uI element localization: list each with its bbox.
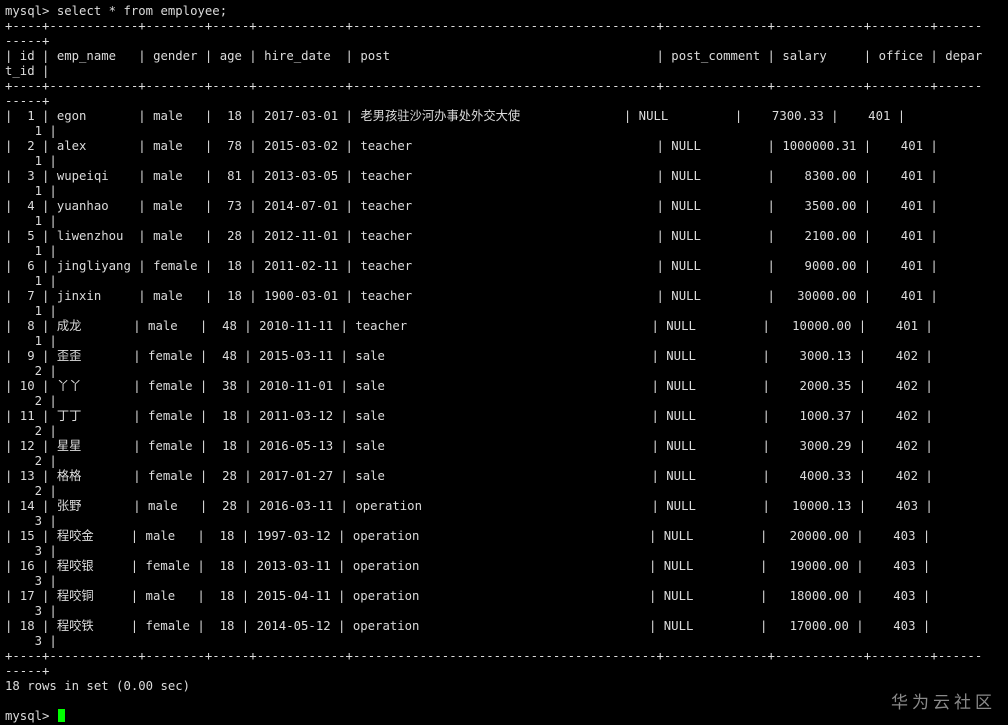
table-row: | 14 | 张野 | male | 28 | 2016-03-11 | ope… (5, 499, 933, 513)
table-row-wrap: 3 | (5, 604, 57, 618)
table-row: | 8 | 成龙 | male | 48 | 2010-11-11 | teac… (5, 319, 933, 333)
mysql-prompt: mysql> (5, 4, 57, 18)
table-row: | 2 | alex | male | 78 | 2015-03-02 | te… (5, 139, 938, 153)
table-row-wrap: 1 | (5, 304, 57, 318)
table-row: | 13 | 格格 | female | 28 | 2017-01-27 | s… (5, 469, 933, 483)
table-border: +----+------------+--------+-----+------… (5, 19, 983, 33)
table-row: | 4 | yuanhao | male | 73 | 2014-07-01 |… (5, 199, 938, 213)
table-row-wrap: 3 | (5, 514, 57, 528)
table-row-wrap: 1 | (5, 214, 57, 228)
table-header: | id | emp_name | gender | age | hire_da… (5, 49, 983, 63)
table-row-wrap: 1 | (5, 154, 57, 168)
table-row-wrap: 1 | (5, 244, 57, 258)
table-row: | 1 | egon | male | 18 | 2017-03-01 | 老男… (5, 109, 906, 123)
table-header-wrap: t_id | (5, 64, 50, 78)
table-border-wrap: -----+ (5, 34, 50, 48)
table-row: | 3 | wupeiqi | male | 81 | 2013-03-05 |… (5, 169, 938, 183)
text-cursor[interactable] (57, 709, 65, 722)
result-summary: 18 rows in set (0.00 sec) (5, 679, 191, 693)
table-border: +----+------------+--------+-----+------… (5, 649, 983, 663)
table-row: | 9 | 歪歪 | female | 48 | 2015-03-11 | sa… (5, 349, 933, 363)
table-row-wrap: 2 | (5, 484, 57, 498)
table-row-wrap: 1 | (5, 274, 57, 288)
table-border-wrap: -----+ (5, 664, 50, 678)
table-row: | 7 | jinxin | male | 18 | 1900-03-01 | … (5, 289, 938, 303)
table-row-wrap: 1 | (5, 184, 57, 198)
table-row-wrap: 2 | (5, 454, 57, 468)
table-row: | 17 | 程咬铜 | male | 18 | 2015-04-11 | op… (5, 589, 931, 603)
terminal-output[interactable]: mysql> select * from employee; +----+----… (5, 4, 1008, 725)
table-row: | 5 | liwenzhou | male | 28 | 2012-11-01… (5, 229, 938, 243)
table-border: +----+------------+--------+-----+------… (5, 79, 983, 93)
table-row-wrap: 1 | (5, 334, 57, 348)
table-row-wrap: 2 | (5, 394, 57, 408)
table-row: | 12 | 星星 | female | 18 | 2016-05-13 | s… (5, 439, 933, 453)
table-row-wrap: 3 | (5, 574, 57, 588)
table-row: | 11 | 丁丁 | female | 18 | 2011-03-12 | s… (5, 409, 933, 423)
table-row-wrap: 1 | (5, 124, 57, 138)
table-row-wrap: 3 | (5, 544, 57, 558)
command-line: mysql> select * from employee; (5, 4, 227, 19)
mysql-prompt: mysql> (5, 709, 57, 723)
table-row: | 16 | 程咬银 | female | 18 | 2013-03-11 | … (5, 559, 931, 573)
table-row: | 6 | jingliyang | female | 18 | 2011-02… (5, 259, 938, 273)
sql-command: select * from employee; (56, 4, 228, 18)
table-row: | 10 | 丫丫 | female | 38 | 2010-11-01 | s… (5, 379, 933, 393)
table-row-wrap: 2 | (5, 364, 57, 378)
table-row: | 18 | 程咬铁 | female | 18 | 2014-05-12 | … (5, 619, 931, 633)
table-row-wrap: 3 | (5, 634, 57, 648)
table-row-wrap: 2 | (5, 424, 57, 438)
input-line[interactable]: mysql> (5, 709, 65, 724)
table-border-wrap: -----+ (5, 94, 50, 108)
table-row: | 15 | 程咬金 | male | 18 | 1997-03-12 | op… (5, 529, 931, 543)
watermark: 华为云社区 (891, 693, 996, 713)
